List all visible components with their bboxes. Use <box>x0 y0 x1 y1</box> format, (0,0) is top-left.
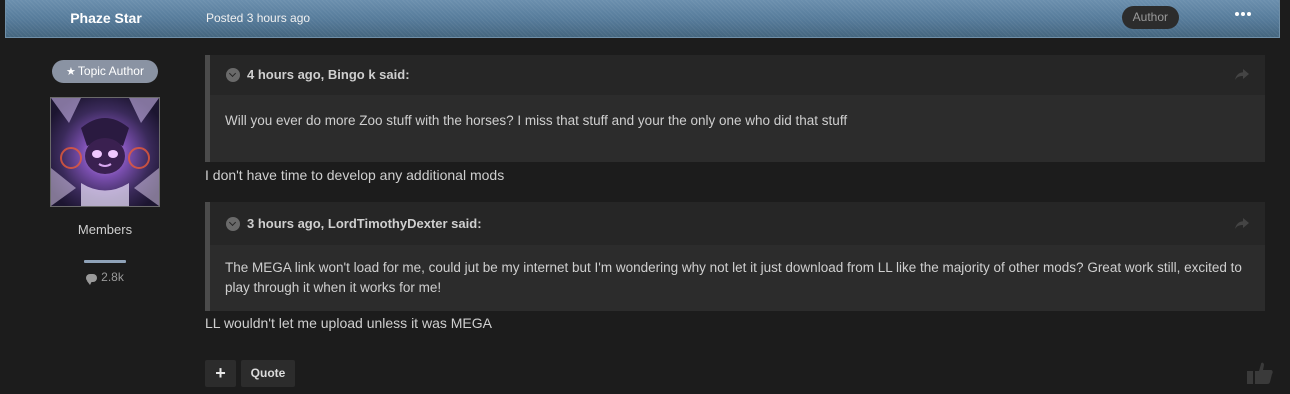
posted-timestamp[interactable]: Posted 3 hours ago <box>206 0 310 36</box>
post-header: Phaze Star Posted 3 hours ago Author <box>5 0 1280 38</box>
comment-icon <box>86 273 98 285</box>
star-icon: ★ <box>66 66 76 78</box>
quote-header[interactable]: 4 hours ago, Bingo k said: <box>210 55 1265 95</box>
quote-button[interactable]: Quote <box>241 360 295 387</box>
thumbs-up-icon[interactable] <box>1247 362 1273 384</box>
post-count: 2.8k <box>0 270 210 285</box>
chevron-down-icon[interactable] <box>226 217 240 231</box>
reputation-bar <box>84 260 126 263</box>
chevron-down-icon[interactable] <box>226 68 240 82</box>
author-badge: Author <box>1121 6 1179 29</box>
reply-text: LL wouldn't let me upload unless it was … <box>205 315 492 331</box>
ellipsis-icon[interactable] <box>1235 12 1251 20</box>
share-arrow-icon[interactable] <box>1235 218 1249 230</box>
quote-text: The MEGA link won't load for me, could j… <box>225 260 1242 295</box>
quote-text: Will you ever do more Zoo stuff with the… <box>225 113 848 128</box>
quote-citation: 3 hours ago, LordTimothyDexter said: <box>247 216 482 231</box>
quote-header[interactable]: 3 hours ago, LordTimothyDexter said: <box>210 202 1265 245</box>
author-sidebar: ★ Topic Author Members 2.8k <box>0 38 210 394</box>
multiquote-add-button[interactable]: + <box>205 360 236 387</box>
quote-citation: 4 hours ago, Bingo k said: <box>247 67 410 82</box>
quote-block: 3 hours ago, LordTimothyDexter said: The… <box>205 202 1265 311</box>
topic-author-label: Topic Author <box>77 64 144 78</box>
reply-text: I don't have time to develop any additio… <box>205 167 505 183</box>
quote-block: 4 hours ago, Bingo k said: Will you ever… <box>205 55 1265 162</box>
member-group: Members <box>77 222 133 237</box>
avatar[interactable] <box>50 97 160 207</box>
avatar-image <box>51 98 159 206</box>
author-name-link[interactable]: Phaze Star <box>6 0 206 36</box>
share-arrow-icon[interactable] <box>1235 69 1249 81</box>
topic-author-badge: ★ Topic Author <box>52 60 158 83</box>
post-count-value: 2.8k <box>101 270 124 284</box>
